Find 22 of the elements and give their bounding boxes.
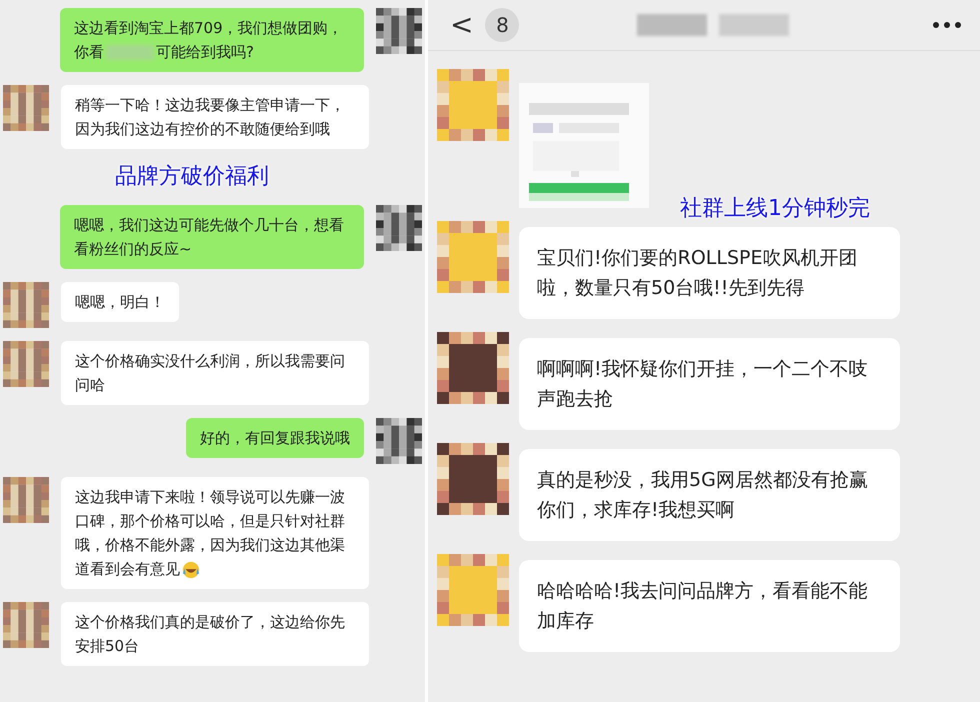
unread-count-badge: 8 [485,8,520,42]
avatar[interactable] [376,418,422,464]
message-bubble: 这个价格我们真的是破价了，这边给你先安排50台 [61,602,369,666]
message-bubble: 好的，有回复跟我说哦 [186,418,364,458]
avatar[interactable] [437,443,509,515]
message-bubble: 嗯嗯，明白！ [61,282,179,322]
caption: 品牌方破价福利 [115,163,269,191]
message-bubble: 哈哈哈哈!我去问问品牌方，看看能不能加库存 [519,560,900,652]
avatar[interactable] [437,332,509,404]
caption: 社群上线1分钟秒完 [680,195,870,223]
message-bubble: 真的是秒没，我用5G网居然都没有抢赢你们，求库存!我想买啊 [519,449,900,541]
message-bubble: 稍等一下哈！这边我要像主管申请一下，因为我们这边有控价的不敢随便给到哦 [61,85,369,149]
back-button[interactable]: < [446,11,478,39]
more-icon[interactable] [932,21,962,29]
message-bubble: 这个价格确实没什么利润，所以我需要问问哈 [61,341,369,405]
message-bubble: 宝贝们!你们要的ROLLSPE吹风机开团啦，数量只有50台哦!!先到先得 [519,227,900,319]
avatar[interactable] [376,8,422,54]
message-bubble: 嗯嗯，我们这边可能先做个几十台，想看看粉丝们的反应~ [60,205,364,269]
avatar[interactable] [376,205,422,251]
message-bubble: 这边我申请下来啦！领导说可以先赚一波口碑，那个价格可以哈，但是只针对社群哦，价格不能外露，因为我们这边其他渠道看到会有意见 [61,477,369,589]
message-bubble: 啊啊啊!我怀疑你们开挂，一个二个不吱声跑去抢 [519,338,900,430]
message-bubble: 这边看到淘宝上都709，我们想做团购，你看 可能给到我吗? [60,8,364,72]
